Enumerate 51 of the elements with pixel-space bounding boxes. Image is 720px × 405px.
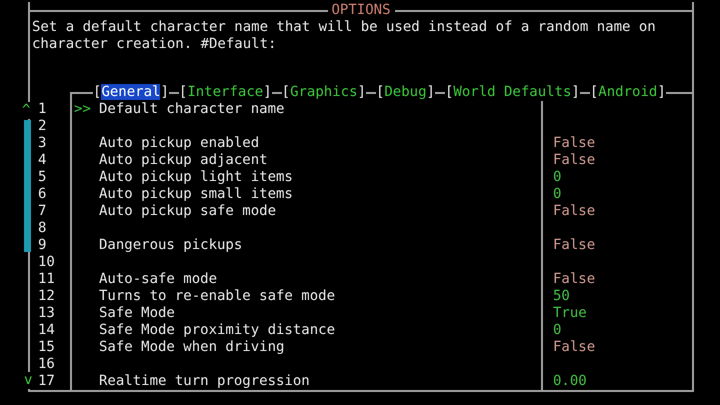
option-label[interactable]: Auto pickup adjacent (99, 152, 268, 169)
option-value[interactable]: False (553, 339, 596, 356)
option-value[interactable]: 0 (553, 322, 562, 339)
option-label[interactable]: Safe Mode proximity distance (99, 322, 336, 339)
option-label[interactable]: Auto pickup safe mode (99, 203, 276, 220)
line-number: 9 (38, 237, 46, 253)
option-label[interactable]: Safe Mode (99, 305, 175, 322)
tab[interactable]: [Interface] (178, 84, 272, 101)
option-label[interactable]: Auto-safe mode (99, 271, 218, 288)
line-number: 14 (38, 322, 55, 338)
option-value[interactable]: False (553, 152, 596, 169)
tab[interactable]: [Android] (590, 84, 666, 101)
line-number: 6 (38, 186, 46, 202)
cursor-marker: >> (74, 101, 92, 118)
line-number: 10 (38, 254, 55, 270)
line-number: 1 (38, 101, 46, 117)
window-title: OPTIONS (330, 2, 392, 19)
line-number: 17 (38, 373, 55, 389)
line-number: 15 (38, 339, 55, 355)
option-label[interactable]: Auto pickup small items (99, 186, 293, 203)
tab[interactable]: [World Defaults] (444, 84, 580, 101)
line-number: 3 (38, 135, 46, 151)
line-number: 7 (38, 203, 46, 219)
option-value[interactable]: 0.00 (553, 373, 587, 390)
option-label[interactable]: Auto pickup enabled (99, 135, 260, 152)
line-number: 8 (38, 220, 46, 236)
scrollbar-thumb[interactable] (24, 120, 31, 252)
option-value[interactable]: 0 (553, 169, 562, 186)
option-label[interactable]: Turns to re-enable safe mode (99, 288, 336, 305)
option-value[interactable]: False (553, 271, 596, 288)
line-number: 2 (38, 118, 46, 134)
tab[interactable]: [Debug] (376, 84, 435, 101)
option-label[interactable]: Safe Mode when driving (99, 339, 284, 356)
option-value[interactable]: False (553, 237, 596, 254)
option-value[interactable]: True (553, 305, 587, 322)
line-number: 11 (38, 271, 55, 287)
option-label[interactable]: Auto pickup light items (99, 169, 293, 186)
option-value[interactable]: False (553, 135, 596, 152)
line-number: 4 (38, 152, 46, 168)
option-description: Set a default character name that will be used instead of a random name on character creation. #Default: (31, 19, 657, 54)
option-value[interactable]: 50 (553, 288, 570, 305)
option-label[interactable]: Default character name (99, 101, 284, 118)
option-value[interactable]: 0 (553, 186, 562, 203)
option-label[interactable]: Dangerous pickups (99, 237, 242, 254)
tab[interactable]: [Graphics] (282, 84, 366, 101)
option-value[interactable]: False (553, 203, 596, 220)
line-number: 13 (38, 305, 55, 321)
option-label[interactable]: Realtime turn progression (99, 373, 310, 390)
line-number: 5 (38, 169, 46, 185)
line-number: 12 (38, 288, 55, 304)
line-number: 16 (38, 356, 55, 372)
